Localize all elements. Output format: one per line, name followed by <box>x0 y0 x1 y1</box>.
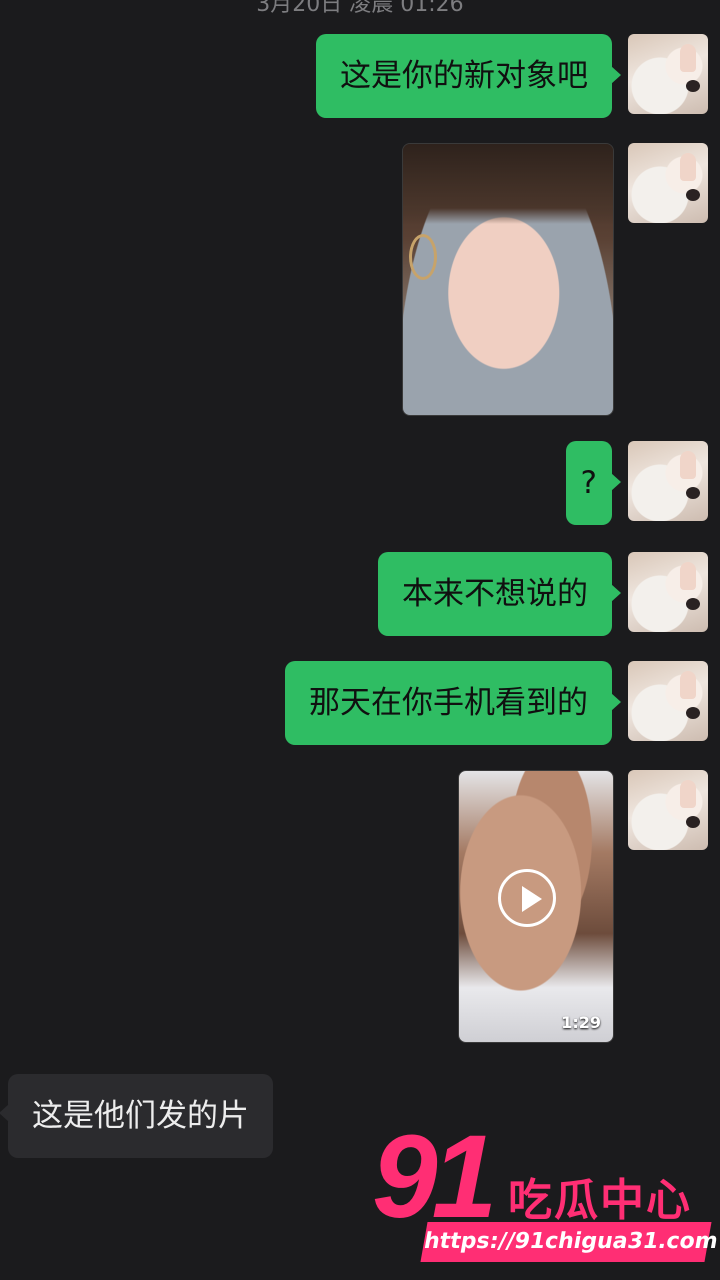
video-message[interactable]: 1:29 <box>458 770 614 1043</box>
message-bubble-sent[interactable]: 那天在你手机看到的 <box>285 661 621 745</box>
watermark: 91 吃瓜中心 https://91chigua31.com <box>368 1118 720 1280</box>
message-bubble-sent[interactable]: ? <box>565 441 622 525</box>
watermark-name: 吃瓜中心 <box>508 1175 692 1226</box>
chat-timestamp: 3月20日 凌晨 01:26 <box>256 0 464 17</box>
play-icon[interactable] <box>498 869 556 927</box>
message-bubble-sent[interactable]: 本来不想说的 <box>378 552 621 636</box>
video-duration: 1:29 <box>561 1013 601 1032</box>
watermark-url: https://91chigua31.com <box>420 1222 720 1262</box>
avatar[interactable] <box>628 143 708 223</box>
message-bubble-received[interactable]: 这是他们发的片 <box>0 1074 273 1158</box>
image-message[interactable] <box>402 143 614 416</box>
message-bubble-sent[interactable]: 这是你的新对象吧 <box>316 34 621 118</box>
avatar[interactable] <box>628 552 708 632</box>
avatar[interactable] <box>628 34 708 114</box>
watermark-number: 91 <box>372 1111 497 1243</box>
avatar[interactable] <box>628 770 708 850</box>
avatar[interactable] <box>628 661 708 741</box>
avatar[interactable] <box>628 441 708 521</box>
